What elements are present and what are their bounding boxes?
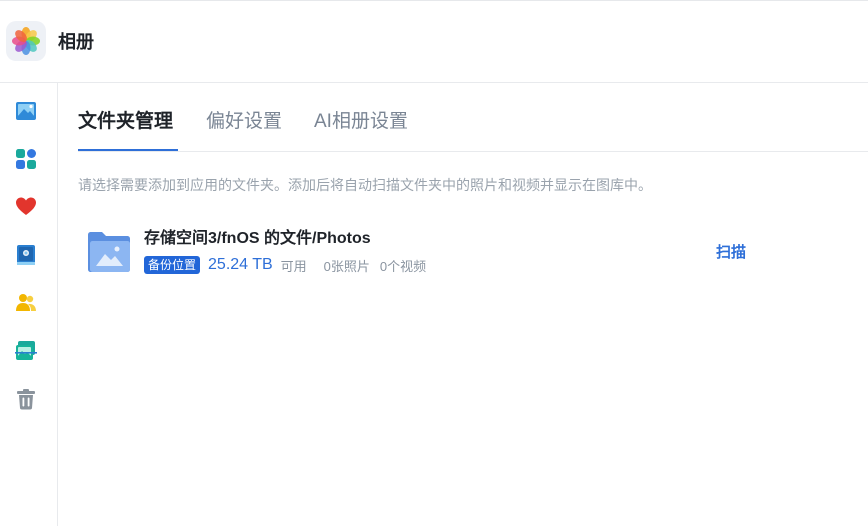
sidebar <box>0 83 58 526</box>
sidebar-item-album-book[interactable] <box>13 242 39 268</box>
sidebar-item-albums[interactable] <box>13 146 39 172</box>
folder-path: 存储空间3/fnOS 的文件/Photos <box>144 230 371 247</box>
sidebar-item-photos[interactable] <box>13 98 39 124</box>
active-tab-indicator <box>78 149 178 151</box>
image-icon <box>16 102 36 120</box>
photo-count: 0张照片 <box>323 258 370 274</box>
scan-button[interactable]: 扫描 <box>716 243 746 263</box>
storage-capacity: 25.24 TB <box>208 256 273 273</box>
sidebar-item-trash[interactable] <box>13 386 39 412</box>
grid-icon <box>16 149 36 169</box>
backup-location-badge: 备份位置 <box>144 256 201 274</box>
trash-icon <box>17 389 35 410</box>
tab-folder-management[interactable]: 文件夹管理 <box>78 110 173 134</box>
photos-flower-icon[interactable] <box>6 21 46 61</box>
shared-photos-icon <box>15 341 37 360</box>
sidebar-item-favorites[interactable] <box>13 194 39 220</box>
folder-hint-text: 请选择需要添加到应用的文件夹。添加后将自动扫描文件夹中的照片和视频并显示在图库中… <box>78 177 652 193</box>
video-count: 0个视频 <box>379 258 427 274</box>
people-icon <box>16 294 36 311</box>
heart-icon <box>16 197 36 215</box>
app-header: 相册 <box>0 1 868 83</box>
folder-list-item: 存储空间3/fnOS 的文件/Photos 备份位置 25.24 TB 可用 0… <box>78 223 838 283</box>
main-content: 文件夹管理 偏好设置 AI相册设置 请选择需要添加到应用的文件夹。添加后将自动扫… <box>58 83 868 526</box>
photos-app: 相册 文件夹管理 偏好设置 AI相册设置 请选择需要添加到应用的文件夹。添加后将… <box>0 0 868 526</box>
sidebar-item-people[interactable] <box>13 290 39 316</box>
app-title: 相册 <box>58 32 94 52</box>
folder-meta: 备份位置 25.24 TB 可用 0张照片 0个视频 <box>144 255 426 275</box>
sidebar-item-shared[interactable] <box>13 338 39 364</box>
album-book-icon <box>17 245 35 265</box>
folder-photos-icon <box>88 232 130 272</box>
tab-bar: 文件夹管理 偏好设置 AI相册设置 <box>78 83 868 152</box>
tab-ai-album-settings[interactable]: AI相册设置 <box>314 110 408 134</box>
available-label: 可用 <box>280 258 307 274</box>
tab-preferences[interactable]: 偏好设置 <box>206 110 282 134</box>
